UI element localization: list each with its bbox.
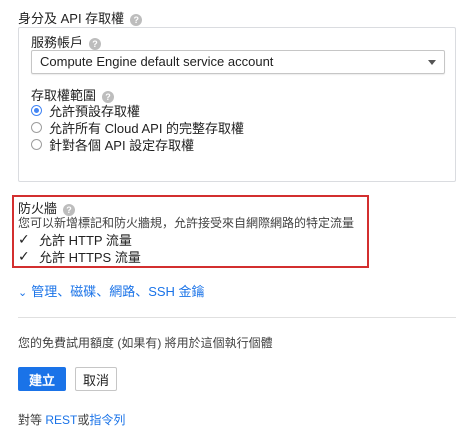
caret-down-icon [428, 60, 436, 65]
help-icon[interactable]: ? [89, 37, 102, 50]
divider [18, 317, 456, 318]
service-account-value: Compute Engine default service account [40, 54, 274, 69]
create-button[interactable]: 建立 [18, 367, 66, 391]
scope-option-label: 針對各個 API 設定存取權 [49, 137, 195, 153]
access-title: 身分及 API 存取權 [18, 11, 125, 26]
footer-or: 或 [77, 413, 90, 427]
footer-prefix: 對等 [18, 413, 46, 427]
management-link[interactable]: ⌄ 管理、磁碟、網路、SSH 金鑰 [18, 281, 205, 300]
radio-selected-icon[interactable] [31, 104, 42, 116]
firewall-section: 防火牆? 您可以新增標記和防火牆規，允許接受來自網際網路的特定流量 ✓ 允許 H… [12, 195, 369, 268]
cancel-button[interactable]: 取消 [75, 367, 117, 391]
service-account-label: 服務帳戶 [31, 35, 84, 50]
double-chevron-down-icon: ⌄ [18, 287, 28, 299]
scope-option-per-api[interactable]: 針對各個 API 設定存取權 [31, 136, 195, 153]
service-account-label-row: 服務帳戶? [31, 32, 102, 51]
management-link-label: 管理、磁碟、網路、SSH 金鑰 [31, 284, 205, 299]
firewall-description: 您可以新增標記和防火牆規，允許接受來自網際網路的特定流量 [18, 216, 355, 230]
footer-equivalents: 對等 REST或指令列 [18, 411, 125, 428]
checkmark-icon[interactable]: ✓ [18, 249, 31, 263]
scope-option-full[interactable]: 允許所有 Cloud API 的完整存取權 [31, 119, 244, 136]
command-line-link[interactable]: 指令列 [89, 413, 125, 427]
free-trial-note: 您的免費試用額度 (如果有) 將用於這個執行個體 [18, 336, 273, 350]
radio-icon[interactable] [31, 138, 42, 150]
help-icon[interactable]: ? [130, 13, 143, 26]
allow-https-label: 允許 HTTPS 流量 [39, 249, 141, 265]
service-account-select[interactable]: Compute Engine default service account [31, 50, 445, 74]
rest-link[interactable]: REST [45, 413, 77, 427]
access-panel: 服務帳戶? Compute Engine default service acc… [18, 27, 456, 182]
scope-option-default[interactable]: 允許預設存取權 [31, 102, 140, 119]
allow-https-checkbox-row[interactable]: ✓ 允許 HTTPS 流量 [18, 248, 141, 265]
access-section-title: 身分及 API 存取權? [18, 8, 143, 27]
allow-http-checkbox-row[interactable]: ✓ 允許 HTTP 流量 [18, 231, 132, 248]
checkmark-icon[interactable]: ✓ [18, 232, 31, 246]
radio-icon[interactable] [31, 121, 42, 133]
